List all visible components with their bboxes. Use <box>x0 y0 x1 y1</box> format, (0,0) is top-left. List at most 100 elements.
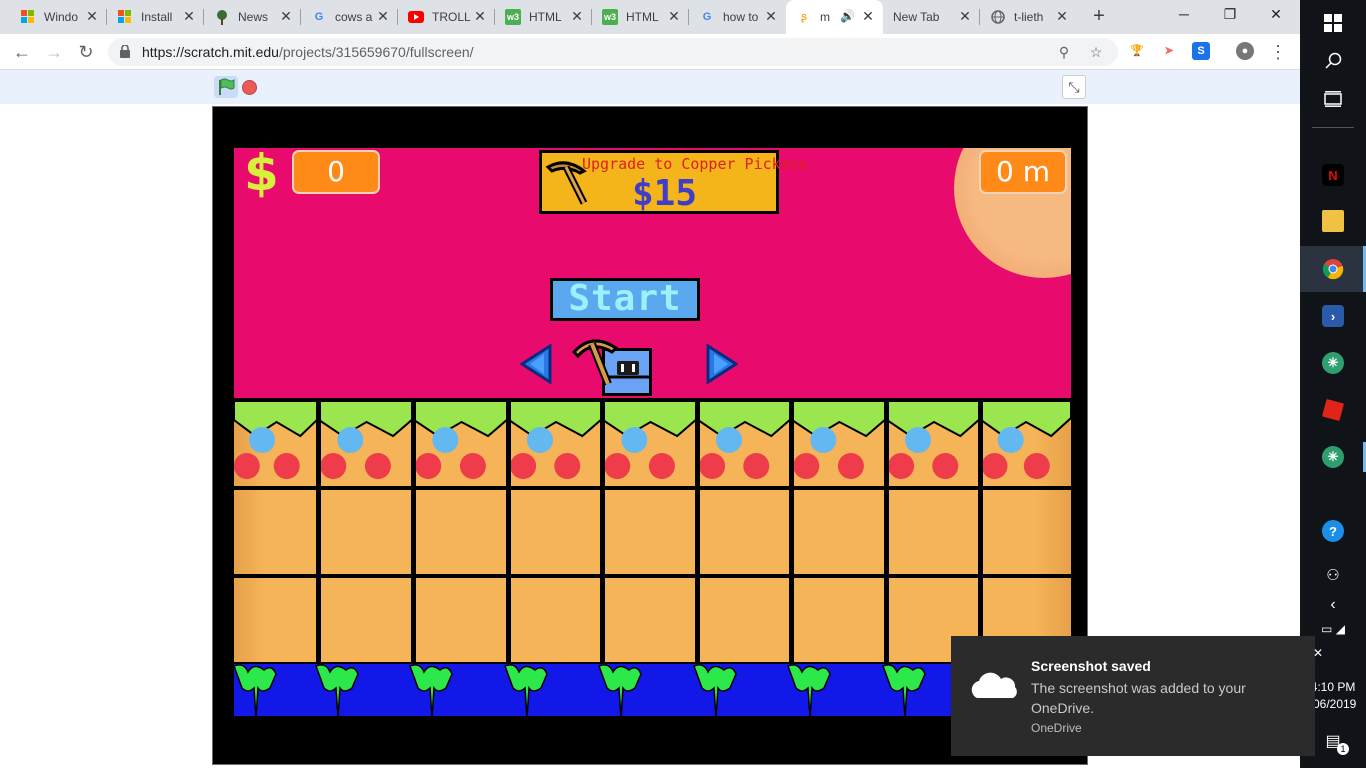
dirt-tile <box>319 488 414 576</box>
onedrive-toast[interactable]: Screenshot saved The screenshot was adde… <box>951 636 1315 756</box>
blue-gem <box>716 427 743 453</box>
next-arrow-button[interactable] <box>706 344 738 384</box>
w3-icon: w3 <box>505 9 521 25</box>
close-tab-icon[interactable]: ✕ <box>376 9 390 23</box>
profile-avatar[interactable]: ● <box>1236 42 1254 60</box>
start-button[interactable]: Start <box>550 278 700 321</box>
blue-gem <box>997 427 1024 453</box>
close-tab-icon[interactable]: ✕ <box>85 9 99 23</box>
show-hidden-icons-chevron[interactable]: ‹ <box>1300 596 1366 614</box>
taskbar-atom-1[interactable]: ✳ <box>1300 340 1366 386</box>
toast-close-icon[interactable]: ✕ <box>1313 646 1323 660</box>
red-ore <box>554 453 581 479</box>
forward-button[interactable]: → <box>42 40 66 64</box>
green-flag-button[interactable] <box>214 76 238 98</box>
taskbar-atom-2[interactable]: ✳ <box>1300 434 1366 480</box>
stop-button[interactable] <box>242 80 257 95</box>
close-tab-icon[interactable]: ✕ <box>182 9 196 23</box>
blue-gem <box>905 427 932 453</box>
grass-top <box>414 400 509 479</box>
toast-source: OneDrive <box>1031 721 1082 735</box>
pickaxe-tool <box>572 339 619 386</box>
previous-arrow-button[interactable] <box>520 344 552 384</box>
tab-title: New Tab <box>893 10 940 24</box>
taskbar-powershell[interactable]: › <box>1300 293 1366 339</box>
exit-fullscreen-button[interactable]: ⤡ <box>1062 75 1086 99</box>
tab-title: Install <box>141 10 173 24</box>
taskbar-file-explorer[interactable] <box>1300 198 1366 244</box>
game-stage[interactable]: $ 0 0 m Upgrade to Copper Pickaxe $15 St… <box>234 148 1071 716</box>
tab-html-2[interactable]: w3 HTML ✕ <box>592 0 689 34</box>
tab-how-to[interactable]: G how to ✕ <box>689 0 786 34</box>
close-tab-icon[interactable]: ✕ <box>279 9 293 23</box>
tab-title: how to <box>723 10 759 24</box>
toast-title: Screenshot saved <box>1031 658 1151 674</box>
address-bar[interactable]: https://scratch.mit.edu/projects/3156596… <box>108 38 1118 66</box>
new-tab-button[interactable]: + <box>1088 5 1110 27</box>
tab-new-tab[interactable]: New Tab ✕ <box>883 0 980 34</box>
help-icon: ? <box>1322 520 1344 542</box>
close-tab-icon[interactable]: ✕ <box>667 9 681 23</box>
tile-border <box>234 486 1071 490</box>
extension-s-icon[interactable]: S <box>1192 42 1210 60</box>
scratch-icon: ʂ <box>800 11 808 23</box>
upgrade-button[interactable]: Upgrade to Copper Pickaxe $15 <box>539 150 808 214</box>
bookmark-star-icon[interactable]: ☆ <box>1086 42 1106 62</box>
taskbar-help[interactable]: ? <box>1300 508 1366 554</box>
taskbar-chrome[interactable] <box>1300 246 1366 292</box>
url-path: /projects/315659670/fullscreen/ <box>278 44 474 60</box>
speaker-icon[interactable]: 🔊 <box>840 9 855 23</box>
desktop: Windo ✕ Install ✕ News ✕ G cows a ✕ TROL… <box>0 0 1366 768</box>
windows-icon <box>20 9 36 25</box>
tab-title: t-lieth <box>1014 10 1044 24</box>
close-tab-icon[interactable]: ✕ <box>1055 9 1069 23</box>
reload-button[interactable]: ↻ <box>74 40 98 64</box>
close-tab-icon[interactable]: ✕ <box>764 9 778 23</box>
close-tab-icon[interactable]: ✕ <box>570 9 584 23</box>
red-ore <box>793 453 820 479</box>
seaweed-plant <box>504 664 548 716</box>
taskbar-roblox[interactable] <box>1300 387 1366 433</box>
url-text: https://scratch.mit.edu/projects/3156596… <box>142 44 474 60</box>
close-tab-icon[interactable]: ✕ <box>861 9 875 23</box>
tab-html-1[interactable]: w3 HTML ✕ <box>495 0 592 34</box>
dirt-tile <box>319 576 414 664</box>
tab-title: HTML <box>626 10 659 24</box>
seaweed-plant <box>315 664 359 716</box>
dirt-tile <box>414 488 509 576</box>
extension-arrow-icon[interactable]: ➤ <box>1160 42 1178 60</box>
tile-border <box>316 400 321 664</box>
tab-scratch-active[interactable]: ʂ mi 🔊 ✕ <box>786 0 883 34</box>
tab-troll[interactable]: TROLL ✕ <box>398 0 495 34</box>
tile-border <box>234 574 1071 578</box>
tab-install[interactable]: Install ✕ <box>107 0 204 34</box>
tab-title: HTML <box>529 10 562 24</box>
grass-top <box>887 400 981 479</box>
minimize-button[interactable]: ─ <box>1161 0 1207 30</box>
close-tab-icon[interactable]: ✕ <box>473 9 487 23</box>
red-ore <box>981 453 1008 479</box>
zoom-icon[interactable]: ⚲ <box>1054 42 1074 62</box>
extension-trophy-icon[interactable]: 🏆 <box>1128 42 1146 60</box>
blue-gem <box>249 427 276 453</box>
dirt-tile <box>792 488 887 576</box>
tab-news[interactable]: News ✕ <box>204 0 301 34</box>
tab-t-lieth[interactable]: t-lieth ✕ <box>980 0 1077 34</box>
chrome-menu-icon[interactable]: ⋮ <box>1266 40 1290 64</box>
battery-wifi-icons[interactable]: ▭ ◢ <box>1300 622 1366 636</box>
close-tab-icon[interactable]: ✕ <box>958 9 972 23</box>
w3-icon: w3 <box>602 9 618 25</box>
back-button[interactable]: ← <box>10 40 34 64</box>
taskbar-people[interactable]: ⚇ <box>1300 552 1366 598</box>
tab-title: mi <box>820 10 830 24</box>
tab-windows[interactable]: Windo ✕ <box>10 0 107 34</box>
tile-border <box>789 400 794 664</box>
restore-button[interactable]: ❐ <box>1207 0 1253 30</box>
blue-gem <box>810 427 837 453</box>
task-view-button[interactable] <box>1300 76 1366 122</box>
tab-cows[interactable]: G cows a ✕ <box>301 0 398 34</box>
dirt-tile <box>698 488 792 576</box>
onedrive-cloud-icon <box>971 672 1017 698</box>
close-window-button[interactable]: ✕ <box>1253 0 1299 30</box>
taskbar-netflix[interactable]: N <box>1300 152 1366 198</box>
